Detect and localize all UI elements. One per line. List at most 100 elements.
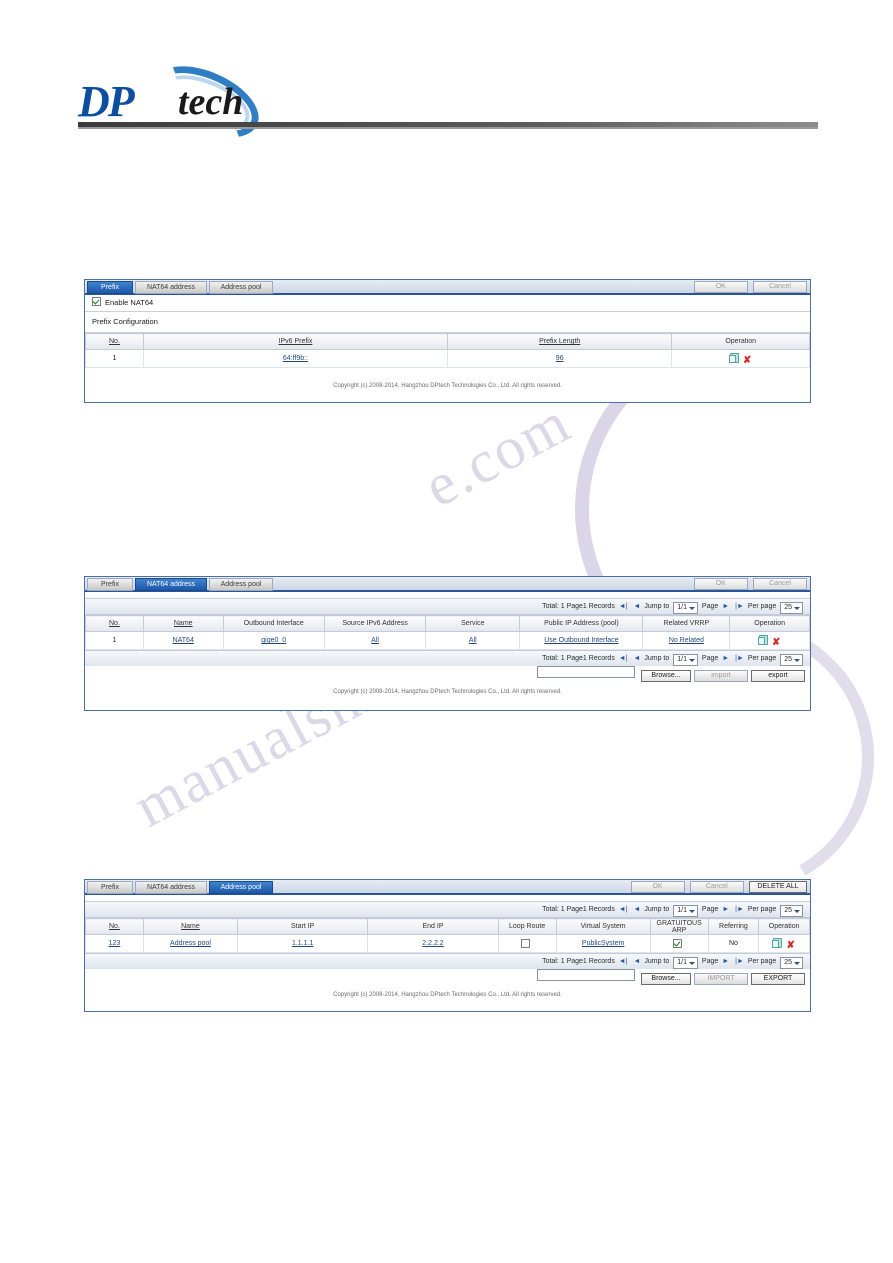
cancel-button[interactable]: Cancel (689, 881, 744, 893)
enable-nat64-row[interactable]: Enable NAT64 (85, 295, 810, 312)
tab-nat64-address[interactable]: NAT64 address (135, 578, 207, 591)
panel-nat64-spacer-bottom (85, 700, 810, 710)
loop-route-checkbox[interactable] (520, 938, 530, 948)
next-page-icon[interactable]: ► (722, 902, 729, 917)
cell-service[interactable]: All (425, 631, 521, 650)
th-prefix-length[interactable]: Prefix Length (446, 333, 673, 350)
export-button[interactable]: EXPORT (751, 973, 805, 985)
logo-divider-secondary (78, 127, 818, 129)
pagination-page-label: Page (701, 603, 719, 610)
browse-button[interactable]: Browse... (641, 973, 691, 985)
cell-virtual-system[interactable]: PublicSystem (555, 934, 651, 953)
tabbar-address-pool: Prefix NAT64 address Address pool OK Can… (85, 880, 810, 895)
last-page-icon[interactable]: |► (735, 902, 744, 917)
cancel-button[interactable]: Cancel (753, 578, 807, 590)
cell-ipv6-prefix[interactable]: 64:ff9b:: (142, 349, 448, 368)
cell-pool-name[interactable]: Address pool (142, 934, 239, 953)
th-nat64-no[interactable]: No. (85, 615, 144, 632)
ok-button[interactable]: OK (630, 881, 685, 893)
cell-start-ip[interactable]: 1.1.1.1 (237, 934, 369, 953)
panel-prefix: Prefix NAT64 address Address pool OK Can… (84, 279, 811, 403)
last-page-icon[interactable]: |► (735, 651, 744, 666)
tab-nat64-address[interactable]: NAT64 address (135, 881, 207, 894)
panel-nat64-actions: OK Cancel (691, 578, 807, 590)
copy-icon[interactable] (757, 634, 768, 645)
th-prefix-no[interactable]: No. (85, 333, 144, 350)
tab-prefix[interactable]: Prefix (87, 281, 133, 294)
cell-end-ip[interactable]: 2.2.2.2 (367, 934, 499, 953)
prev-page-icon[interactable]: ◄ (633, 651, 640, 666)
delete-icon[interactable]: ✘ (772, 637, 780, 647)
cell-source-ipv6-address[interactable]: All (323, 631, 427, 650)
tab-address-pool[interactable]: Address pool (209, 578, 273, 591)
last-page-icon[interactable]: |► (735, 599, 744, 614)
th-pool-name[interactable]: Name (142, 918, 239, 935)
import-button[interactable]: import (694, 670, 748, 682)
ok-button[interactable]: OK (693, 281, 748, 293)
th-pool-no[interactable]: No. (85, 918, 144, 935)
first-page-icon[interactable]: ◄| (619, 651, 628, 666)
tab-nat64-address[interactable]: NAT64 address (135, 281, 207, 294)
th-gratuitous-arp: GRATUITOUS ARP (649, 918, 709, 935)
prev-page-icon[interactable]: ◄ (633, 902, 640, 917)
cell-pool-no[interactable]: 123 (85, 934, 144, 953)
cell-nat64-name[interactable]: NAT64 (142, 631, 224, 650)
ok-button[interactable]: OK (693, 578, 748, 590)
page-select[interactable]: 1/1 (673, 905, 698, 917)
per-page-label: Per page (747, 906, 777, 913)
first-page-icon[interactable]: ◄| (619, 954, 628, 969)
th-source-ipv6-address: Source IPv6 Address (323, 615, 427, 632)
dptech-logo: DP tech (78, 51, 818, 153)
cell-outbound-interface[interactable]: gige0_0 (222, 631, 325, 650)
cell-prefix-operation: ✘ (671, 349, 810, 368)
page-select[interactable]: 1/1 (673, 957, 698, 969)
first-page-icon[interactable]: ◄| (619, 599, 628, 614)
per-page-label: Per page (747, 603, 777, 610)
import-export-bar-nat64: Browse... import export (85, 666, 810, 684)
first-page-icon[interactable]: ◄| (619, 902, 628, 917)
pagination-jump-label: Jump to (644, 655, 670, 662)
panel-prefix-spacer (85, 368, 810, 378)
th-nat64-operation: Operation (729, 615, 810, 632)
th-nat64-name[interactable]: Name (142, 615, 224, 632)
per-page-select[interactable]: 25 (780, 602, 803, 614)
prev-page-icon[interactable]: ◄ (633, 599, 640, 614)
file-path-input[interactable] (537, 666, 635, 678)
th-ipv6-prefix[interactable]: IPv6 Prefix (142, 333, 448, 350)
enable-nat64-checkbox[interactable] (92, 297, 101, 306)
next-page-icon[interactable]: ► (722, 651, 729, 666)
copy-icon[interactable] (729, 352, 740, 363)
cell-related-vrrp[interactable]: No Related (642, 631, 731, 650)
last-page-icon[interactable]: |► (735, 954, 744, 969)
tab-prefix[interactable]: Prefix (87, 881, 133, 894)
delete-icon[interactable]: ✘ (786, 940, 794, 950)
page-select[interactable]: 1/1 (673, 602, 698, 614)
browse-button[interactable]: Browse... (641, 670, 691, 682)
delete-icon[interactable]: ✘ (743, 355, 751, 365)
cell-prefix-length[interactable]: 96 (446, 349, 673, 368)
prev-page-icon[interactable]: ◄ (633, 954, 640, 969)
panel-address-pool-spacer-bottom (85, 1003, 810, 1011)
per-page-select[interactable]: 25 (780, 957, 803, 969)
tab-address-pool[interactable]: Address pool (209, 881, 273, 894)
tab-prefix[interactable]: Prefix (87, 578, 133, 591)
cell-public-ip-address[interactable]: Use Outbound Interface (519, 631, 644, 650)
delete-all-button[interactable]: DELETE ALL (749, 881, 807, 893)
logo-text-tech: tech (178, 81, 244, 123)
file-path-input[interactable] (537, 969, 635, 981)
pagination-jump-label: Jump to (644, 603, 670, 610)
cancel-button[interactable]: Cancel (753, 281, 807, 293)
import-button[interactable]: IMPORT (694, 973, 748, 985)
per-page-select[interactable]: 25 (780, 654, 803, 666)
page-select[interactable]: 1/1 (673, 654, 698, 666)
tabbar-prefix: Prefix NAT64 address Address pool OK Can… (85, 280, 810, 295)
next-page-icon[interactable]: ► (722, 954, 729, 969)
pagination-total: Total: 1 Page1 Records (542, 958, 615, 965)
next-page-icon[interactable]: ► (722, 599, 729, 614)
tab-address-pool[interactable]: Address pool (209, 281, 273, 294)
per-page-select[interactable]: 25 (780, 905, 803, 917)
import-export-bar-address-pool: Browse... IMPORT EXPORT (85, 969, 810, 987)
export-button[interactable]: export (751, 670, 805, 682)
copy-icon[interactable] (772, 937, 783, 948)
gratuitous-arp-checkbox[interactable] (672, 938, 682, 948)
